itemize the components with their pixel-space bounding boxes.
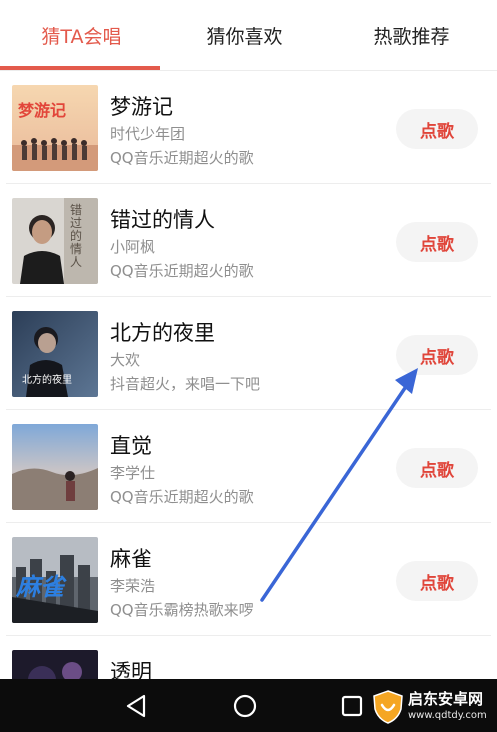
song-title: 直觉: [110, 434, 152, 458]
cover-text: 麻雀: [16, 573, 64, 601]
watermark-logo: 启东安卓网 www.qdtdy.com: [368, 686, 494, 728]
album-cover: 错过的情人: [12, 198, 98, 284]
album-cover: [12, 650, 98, 679]
request-song-button[interactable]: 点歌: [396, 448, 478, 488]
song-artist: 大欢: [110, 351, 141, 369]
watermark-name: 启东安卓网: [408, 690, 484, 708]
shield-logo-icon: [373, 690, 403, 724]
song-description: QQ音乐近期超火的歌: [110, 488, 254, 506]
song-description: QQ音乐近期超火的歌: [110, 149, 254, 167]
request-song-button[interactable]: 点歌: [396, 561, 478, 601]
tab-hot-recommend[interactable]: 热歌推荐: [326, 0, 497, 70]
song-artist: 时代少年团: [110, 125, 186, 143]
song-description: QQ音乐霸榜热歌来啰: [110, 601, 254, 619]
song-artist: 小阿枫: [110, 238, 156, 256]
active-tab-indicator: [0, 66, 160, 70]
song-description: 抖音超火，来唱一下吧: [110, 375, 261, 393]
recents-icon[interactable]: [334, 689, 370, 723]
song-row[interactable]: 透明: [0, 636, 497, 679]
album-cover: 梦游记: [12, 85, 98, 171]
song-row[interactable]: 错过的情人 错过的情人 小阿枫 QQ音乐近期超火的歌 点歌: [0, 184, 497, 297]
song-description: QQ音乐近期超火的歌: [110, 262, 254, 280]
song-row[interactable]: 北方的夜里 北方的夜里 大欢 抖音超火，来唱一下吧 点歌: [0, 297, 497, 410]
song-title: 透明: [110, 660, 152, 679]
cover-text: 北方的夜里: [22, 375, 72, 386]
song-row[interactable]: 梦游记 梦游记 时代少年团 QQ音乐近期超火的歌 点歌: [0, 71, 497, 184]
song-artist: 李学仕: [110, 464, 156, 482]
back-icon[interactable]: [118, 689, 154, 723]
song-row[interactable]: 直觉 李学仕 QQ音乐近期超火的歌 点歌: [0, 410, 497, 523]
cover-text: 错过的情人: [70, 203, 83, 269]
cover-text: 梦游记: [18, 101, 67, 120]
request-song-button[interactable]: 点歌: [396, 335, 478, 375]
song-title: 错过的情人: [110, 208, 215, 232]
home-icon[interactable]: [227, 689, 263, 723]
album-cover: 北方的夜里: [12, 311, 98, 397]
song-artist: 李荣浩: [110, 577, 156, 595]
song-title: 梦游记: [110, 95, 173, 119]
song-title: 麻雀: [110, 547, 152, 571]
album-cover: 麻雀: [12, 537, 98, 623]
song-title: 北方的夜里: [110, 321, 215, 345]
album-cover: [12, 424, 98, 510]
tab-guess-ta-sing[interactable]: 猜TA会唱: [0, 0, 163, 70]
request-song-button[interactable]: 点歌: [396, 222, 478, 262]
watermark-url: www.qdtdy.com: [408, 710, 487, 721]
song-list[interactable]: 梦游记 梦游记 时代少年团 QQ音乐近期超火的歌 点歌 错过的情人 错过的情人 …: [0, 71, 497, 679]
tab-guess-you-like[interactable]: 猜你喜欢: [163, 0, 326, 70]
request-song-button[interactable]: 点歌: [396, 109, 478, 149]
tab-bar: 猜TA会唱 猜你喜欢 热歌推荐: [0, 0, 497, 71]
song-row[interactable]: 麻雀 麻雀 李荣浩 QQ音乐霸榜热歌来啰 点歌: [0, 523, 497, 636]
